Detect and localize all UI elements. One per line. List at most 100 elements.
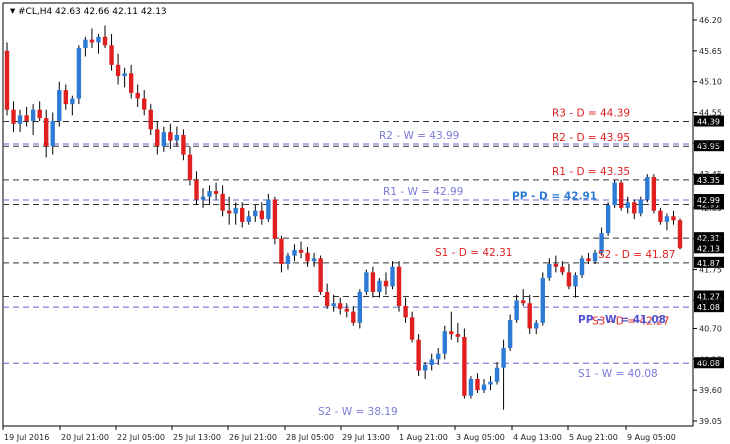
- candle-body: [377, 280, 382, 293]
- price-chart[interactable]: R3 - D = 44.39 R2 - D = 43.95 R1 - D = 43.…: [0, 0, 730, 444]
- candle-body: [618, 182, 624, 208]
- candle-body: [579, 258, 585, 276]
- candle-body: [573, 275, 578, 287]
- candle-body: [547, 263, 552, 278]
- candle-body: [651, 177, 657, 211]
- candle-body: [534, 322, 539, 329]
- candle-body: [11, 109, 16, 124]
- candle-body: [494, 367, 500, 382]
- candle-body: [272, 199, 278, 239]
- candle-body: [37, 109, 42, 119]
- x-tick-label: 22 Jul 05:00: [117, 433, 165, 442]
- x-tick-label: 1 Aug 21:00: [399, 433, 448, 442]
- candle-body: [253, 210, 258, 217]
- pivot-label: PP - W = 41.08: [578, 314, 666, 326]
- candle-body: [586, 258, 591, 262]
- candle-body: [266, 199, 271, 220]
- candle-body: [233, 207, 238, 214]
- candle-body: [4, 50, 10, 110]
- candle-body: [148, 109, 153, 130]
- candle-body: [501, 348, 506, 368]
- ohlc-readout: 42.63 42.66 42.11 42.13: [55, 7, 167, 17]
- pivot-label: S2 - D = 41.87: [598, 249, 675, 261]
- x-tick-label: 25 Jul 13:00: [173, 433, 221, 442]
- candle-body: [200, 196, 206, 200]
- candle-body: [468, 378, 474, 396]
- y-tick-label: 39.60: [699, 386, 722, 395]
- candle-body: [187, 154, 193, 180]
- y-tick-label: 45.10: [699, 78, 722, 87]
- y-tick-label: 40.70: [699, 324, 722, 333]
- candle-body: [311, 258, 317, 262]
- symbol-name: #CL,H4: [18, 7, 52, 17]
- y-tick-label: 42.85: [699, 204, 722, 213]
- candle-body: [664, 216, 670, 222]
- candle-body: [63, 90, 69, 105]
- pivot-label: PP - D = 42.91: [512, 191, 597, 203]
- candle-body: [671, 216, 676, 221]
- candle-body: [566, 272, 572, 287]
- y-tick-label: 44.00: [699, 139, 722, 148]
- candle-body: [422, 364, 428, 371]
- candle-body: [128, 73, 134, 93]
- candle-body: [102, 36, 108, 46]
- candle-body: [351, 311, 356, 323]
- y-tick-label: 43.45: [699, 170, 722, 179]
- candle-body: [76, 48, 82, 99]
- candle-body: [331, 303, 336, 307]
- pivot-label: R3 - D = 44.39: [552, 108, 630, 120]
- candle-body: [155, 129, 160, 147]
- candle-body: [194, 179, 199, 200]
- y-tick-label: 41.20: [699, 296, 722, 305]
- candle-body: [83, 39, 88, 49]
- candle-body: [449, 331, 454, 335]
- y-tick-label: 45.65: [699, 47, 722, 56]
- candle-body: [625, 202, 630, 208]
- candle-body: [44, 118, 49, 147]
- x-tick-label: 26 Jul 21:00: [229, 433, 277, 442]
- candle-body: [207, 191, 212, 197]
- candle-body: [645, 177, 650, 200]
- pivot-label: S1 - W = 40.08: [578, 368, 658, 380]
- y-tick-label: 40.15: [699, 355, 722, 364]
- pivot-label: R1 - W = 42.99: [383, 186, 463, 198]
- candle-body: [357, 292, 363, 323]
- candle-body: [135, 92, 140, 99]
- candle-body: [292, 249, 297, 256]
- candle-body: [181, 134, 186, 155]
- candle-body: [527, 303, 532, 329]
- price-tag-value: 44.39: [697, 118, 720, 127]
- candle-body: [174, 134, 180, 141]
- candle-body: [488, 381, 493, 385]
- candle-body: [220, 193, 225, 211]
- y-tick-label: 44.55: [699, 109, 722, 118]
- candle-body: [553, 263, 559, 267]
- candle-body: [429, 359, 434, 365]
- candle-body: [344, 308, 349, 312]
- pivot-label: R1 - D = 43.35: [552, 166, 630, 178]
- candle-body: [298, 249, 304, 253]
- pivot-label: R2 - W = 43.99: [379, 130, 459, 142]
- pivot-label: R2 - D = 43.95: [552, 132, 630, 144]
- candle-body: [436, 353, 441, 360]
- candle-body: [592, 252, 598, 262]
- candle-body: [605, 205, 611, 234]
- candle-body: [109, 45, 114, 65]
- candle-body: [168, 132, 173, 141]
- candle-body: [409, 317, 415, 340]
- x-tick-label: 3 Aug 05:00: [456, 433, 505, 442]
- candle-body: [324, 292, 330, 307]
- candle-body: [122, 73, 127, 77]
- candle-body: [30, 109, 36, 121]
- candle-body: [240, 207, 245, 222]
- candle-body: [383, 280, 389, 287]
- candle-body: [396, 266, 402, 307]
- candle-body: [279, 238, 284, 264]
- candle-body: [507, 320, 513, 349]
- x-tick-label: 5 Aug 21:00: [569, 433, 618, 442]
- y-tick-label: 41.75: [699, 266, 722, 275]
- x-tick-label: 29 Jul 13:00: [342, 433, 390, 442]
- candle-body: [338, 303, 343, 309]
- candle-body: [658, 210, 663, 222]
- candle-body: [632, 202, 637, 214]
